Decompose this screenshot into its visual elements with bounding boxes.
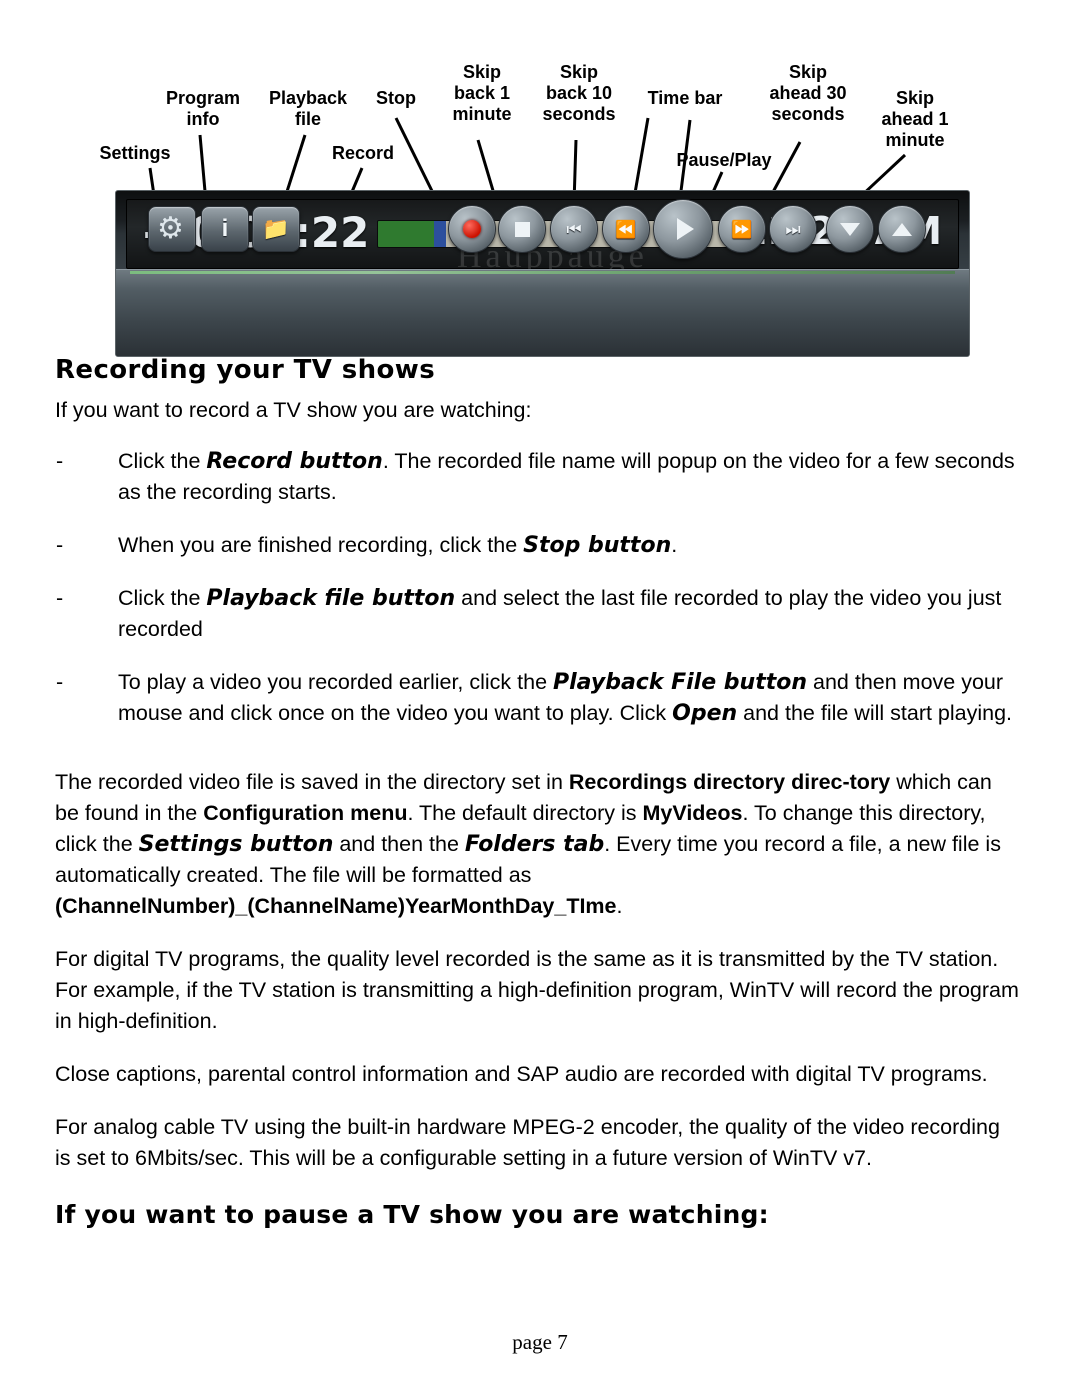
chevron-down-icon [840, 222, 860, 236]
list-item: - Click the Record button. The recorded … [56, 446, 1030, 508]
callout-time-bar: Time bar [647, 88, 723, 108]
paragraph-digital: For digital TV programs, the quality lev… [55, 947, 1019, 1033]
callout-pause-play: Pause/Play [676, 150, 772, 170]
program-info-button[interactable]: i [201, 206, 249, 252]
paragraph-directory: The recorded video file is saved in the … [55, 770, 1001, 918]
chevron-up-icon [892, 222, 912, 236]
skip-ahead-icon: ⏭ [785, 219, 801, 239]
section-heading-pause: If you want to pause a TV show you are w… [55, 1200, 769, 1229]
bullet-dash: - [56, 533, 64, 557]
callout-skip-back-10-seconds: Skip back 10 seconds [542, 62, 616, 124]
time-bar-blue-segment [434, 221, 446, 247]
toolbar-divider [130, 271, 955, 274]
callout-skip-ahead-1-minute: Skip ahead 1 minute [881, 88, 949, 150]
wintv-toolbar: -00:00:22 11:26 AM Hauppauge ⚙ i 📁 ⏮ [115, 190, 970, 357]
volume-down-button[interactable] [826, 205, 874, 253]
callout-record: Record [331, 143, 394, 163]
stop-button[interactable] [498, 205, 546, 253]
bullet-dash: - [56, 586, 64, 610]
record-icon [463, 220, 481, 238]
callout-skip-ahead-30-seconds: Skip ahead 30 seconds [769, 62, 847, 124]
skip-back-icon: ⏮ [566, 219, 582, 239]
skip-back-10-seconds-button[interactable]: ⏪ [602, 205, 650, 253]
folder-icon: 📁 [262, 216, 290, 241]
rewind-icon: ⏪ [615, 219, 637, 239]
document-body: Recording your TV shows If you want to r… [0, 355, 1080, 1229]
info-icon: i [221, 215, 229, 242]
time-bar-green-segment [378, 221, 434, 247]
callout-settings: Settings [99, 143, 171, 163]
paragraph-captions: Close captions, parental control informa… [55, 1062, 988, 1086]
list-item-text: Click the Record button. The recorded fi… [118, 449, 1015, 504]
pause-play-button[interactable] [653, 199, 713, 259]
settings-button[interactable]: ⚙ [148, 206, 196, 252]
page-title: Recording your TV shows [55, 355, 436, 385]
skip-ahead-30-seconds-button[interactable]: ⏩ [718, 205, 766, 253]
fast-forward-icon: ⏩ [731, 219, 753, 239]
record-button[interactable] [448, 205, 496, 253]
toolbar-callout-diagram: Settings Program info Playback file Reco… [0, 0, 1080, 360]
bullet-dash: - [56, 449, 64, 473]
play-icon [676, 218, 694, 240]
list-item-text: To play a video you recorded earlier, cl… [118, 670, 1013, 726]
playback-file-button[interactable]: 📁 [252, 206, 300, 252]
paragraph-analog: For analog cable TV using the built-in h… [55, 1115, 1000, 1170]
instruction-list: - Click the Record button. The recorded … [0, 446, 1080, 729]
bullet-dash: - [56, 670, 64, 694]
callout-stop: Stop [376, 88, 416, 108]
list-item: - Click the Playback file button and sel… [56, 583, 1030, 645]
callout-skip-back-1-minute: Skip back 1 minute [452, 62, 512, 124]
list-item-text: When you are finished recording, click t… [118, 533, 678, 558]
skip-back-1-minute-button[interactable]: ⏮ [550, 205, 598, 253]
list-item: - To play a video you recorded earlier, … [56, 667, 1030, 729]
intro-paragraph: If you want to record a TV show you are … [55, 398, 532, 422]
callout-program-info: Program info [165, 88, 241, 129]
volume-up-button[interactable] [878, 205, 926, 253]
toolbar-button-row [116, 269, 969, 356]
callout-playback-file: Playback file [268, 88, 348, 129]
page-footer: page 7 [512, 1330, 568, 1354]
stop-icon [514, 221, 530, 237]
list-item-text: Click the Playback file button and selec… [118, 586, 1002, 641]
list-item: - When you are finished recording, click… [56, 530, 1030, 561]
skip-ahead-1-minute-button[interactable]: ⏭ [769, 205, 817, 253]
gear-icon: ⚙ [157, 212, 184, 245]
